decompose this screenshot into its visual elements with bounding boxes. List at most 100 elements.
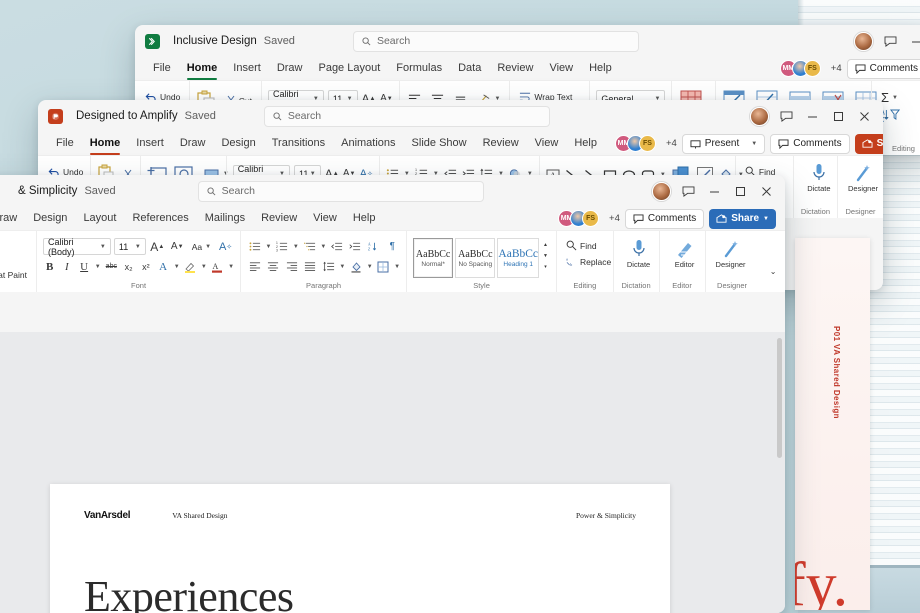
word-underline-button[interactable]: U xyxy=(78,258,91,275)
word-minimize-button[interactable] xyxy=(706,183,723,200)
word-style-heading-1[interactable]: AaBbCc Heading 1 xyxy=(497,238,539,278)
powerpoint-search-input[interactable]: Search xyxy=(264,106,550,127)
excel-feedback-icon[interactable] xyxy=(882,33,899,50)
excel-presence-overflow[interactable]: +4 xyxy=(831,63,842,74)
presence-avatar[interactable]: FS xyxy=(804,60,821,77)
powerpoint-tab-review[interactable]: Review xyxy=(475,132,527,155)
powerpoint-tab-home[interactable]: Home xyxy=(82,132,129,155)
powerpoint-share-button[interactable]: Share ▼ xyxy=(855,134,883,154)
word-styles-scroll-up[interactable]: ▲ xyxy=(541,240,550,249)
font-color-caret[interactable]: ▼ xyxy=(228,264,234,270)
text-effects-caret[interactable]: ▼ xyxy=(174,264,180,270)
word-text-effects-button[interactable]: A xyxy=(156,258,169,275)
word-find-button[interactable]: Find xyxy=(563,239,600,252)
word-strikethrough-button[interactable]: abc xyxy=(105,258,118,275)
powerpoint-presence-overflow[interactable]: +4 xyxy=(666,138,677,149)
word-line-spacing-button[interactable] xyxy=(321,258,336,275)
excel-tab-draw[interactable]: Draw xyxy=(269,57,311,80)
powerpoint-account-avatar[interactable] xyxy=(750,107,769,126)
excel-tab-review[interactable]: Review xyxy=(489,57,541,80)
word-tab-references[interactable]: References xyxy=(124,207,196,230)
excel-tab-home[interactable]: Home xyxy=(179,57,226,80)
word-bold-button[interactable]: B xyxy=(43,258,56,275)
powerpoint-slide-preview[interactable]: P01 VA Shared Design fy. xyxy=(795,238,870,610)
word-tab-mailings[interactable]: Mailings xyxy=(197,207,253,230)
word-document-canvas[interactable]: VanArsdel VA Shared Design Power & Simpl… xyxy=(0,332,785,613)
word-superscript-button[interactable]: x² xyxy=(139,258,152,275)
word-show-formatting-marks-button[interactable]: ¶ xyxy=(385,238,400,255)
powerpoint-present-button[interactable]: Present ▼ xyxy=(682,134,765,154)
word-format-painter-button[interactable]: Format Paint xyxy=(0,268,30,281)
excel-titlebar[interactable]: Inclusive Design Saved Search xyxy=(135,25,920,57)
word-align-right-button[interactable] xyxy=(284,258,299,275)
word-shrink-font-button[interactable]: A▼ xyxy=(169,238,186,255)
word-tab-layout[interactable]: Layout xyxy=(75,207,124,230)
powerpoint-dictate-button[interactable]: Dictate xyxy=(800,161,838,195)
word-feedback-icon[interactable] xyxy=(680,183,697,200)
powerpoint-tab-animations[interactable]: Animations xyxy=(333,132,403,155)
word-tab-draw[interactable]: Draw xyxy=(0,207,25,230)
powerpoint-document-title[interactable]: Designed to Amplify xyxy=(76,110,178,122)
word-text-highlight-button[interactable] xyxy=(184,258,197,275)
excel-tab-insert[interactable]: Insert xyxy=(225,57,269,80)
word-tab-view[interactable]: View xyxy=(305,207,345,230)
powerpoint-presence-avatars[interactable]: MM FS xyxy=(615,135,656,152)
word-replace-button[interactable]: ab Replace xyxy=(563,255,614,268)
word-window[interactable]: & Simplicity Saved Search Insert Draw xyxy=(0,175,785,613)
excel-tab-page-layout[interactable]: Page Layout xyxy=(310,57,388,80)
word-subscript-button[interactable]: x₂ xyxy=(122,258,135,275)
word-document-title[interactable]: & Simplicity xyxy=(18,185,77,197)
powerpoint-feedback-icon[interactable] xyxy=(778,108,795,125)
word-titlebar[interactable]: & Simplicity Saved Search xyxy=(0,175,785,207)
word-share-button[interactable]: Share ▼ xyxy=(709,209,776,229)
excel-document-title[interactable]: Inclusive Design xyxy=(173,35,257,47)
powerpoint-tab-design[interactable]: Design xyxy=(213,132,263,155)
word-clear-formatting-button[interactable]: A✧ xyxy=(217,238,234,255)
excel-account-avatar[interactable] xyxy=(854,32,873,51)
word-vertical-scrollbar[interactable] xyxy=(777,338,782,458)
word-sort-button[interactable]: AZ xyxy=(366,238,381,255)
word-dictate-button[interactable]: Dictate xyxy=(620,237,658,271)
word-styles-more[interactable]: ▾ xyxy=(541,262,550,271)
excel-tab-formulas[interactable]: Formulas xyxy=(388,57,450,80)
powerpoint-minimize-button[interactable] xyxy=(804,108,821,125)
excel-tab-help[interactable]: Help xyxy=(581,57,620,80)
underline-caret[interactable]: ▼ xyxy=(95,264,101,270)
word-editor-button[interactable]: Editor xyxy=(666,237,704,271)
word-font-size-combo[interactable]: 11▼ xyxy=(114,238,146,255)
word-tab-review[interactable]: Review xyxy=(253,207,305,230)
word-multilevel-list-button[interactable] xyxy=(302,238,317,255)
chevron-down-icon[interactable]: ▼ xyxy=(751,141,757,147)
word-align-left-button[interactable] xyxy=(247,258,262,275)
excel-tab-view[interactable]: View xyxy=(541,57,581,80)
word-increase-indent-button[interactable] xyxy=(348,238,363,255)
word-ribbon-tabs[interactable]: Insert Draw Design Layout References Mai… xyxy=(0,207,393,230)
excel-comments-button[interactable]: Comments xyxy=(847,59,920,79)
word-ribbon-collapse-button[interactable]: ⌄ xyxy=(765,263,782,280)
powerpoint-ribbon-tabs[interactable]: File Home Insert Draw Design Transitions… xyxy=(38,132,615,155)
powerpoint-tab-slide-show[interactable]: Slide Show xyxy=(404,132,475,155)
powerpoint-tab-draw[interactable]: Draw xyxy=(172,132,214,155)
powerpoint-close-button[interactable] xyxy=(856,108,873,125)
word-font-color-button[interactable]: A xyxy=(211,258,224,275)
word-close-button[interactable] xyxy=(758,183,775,200)
powerpoint-tab-insert[interactable]: Insert xyxy=(128,132,172,155)
word-numbering-button[interactable]: 123 xyxy=(274,238,289,255)
word-tab-design[interactable]: Design xyxy=(25,207,75,230)
word-italic-button[interactable]: I xyxy=(60,258,73,275)
powerpoint-tab-help[interactable]: Help xyxy=(566,132,605,155)
word-style-no-spacing[interactable]: AaBbCc No Spacing xyxy=(455,238,495,278)
word-presence-avatars[interactable]: MM FS xyxy=(558,210,599,227)
word-presence-overflow[interactable]: +4 xyxy=(609,213,620,224)
word-align-center-button[interactable] xyxy=(266,258,281,275)
powerpoint-tab-view[interactable]: View xyxy=(527,132,567,155)
word-cut-button[interactable]: Cut xyxy=(0,238,30,251)
word-grow-font-button[interactable]: A▲ xyxy=(149,238,166,255)
word-designer-button[interactable]: Designer xyxy=(712,237,750,271)
word-search-input[interactable]: Search xyxy=(198,181,484,202)
word-decrease-indent-button[interactable] xyxy=(329,238,344,255)
powerpoint-designer-button[interactable]: Designer xyxy=(844,161,882,195)
word-maximize-button[interactable] xyxy=(732,183,749,200)
word-justify-button[interactable] xyxy=(302,258,317,275)
word-style-normal[interactable]: AaBbCc Normal* xyxy=(413,238,453,278)
